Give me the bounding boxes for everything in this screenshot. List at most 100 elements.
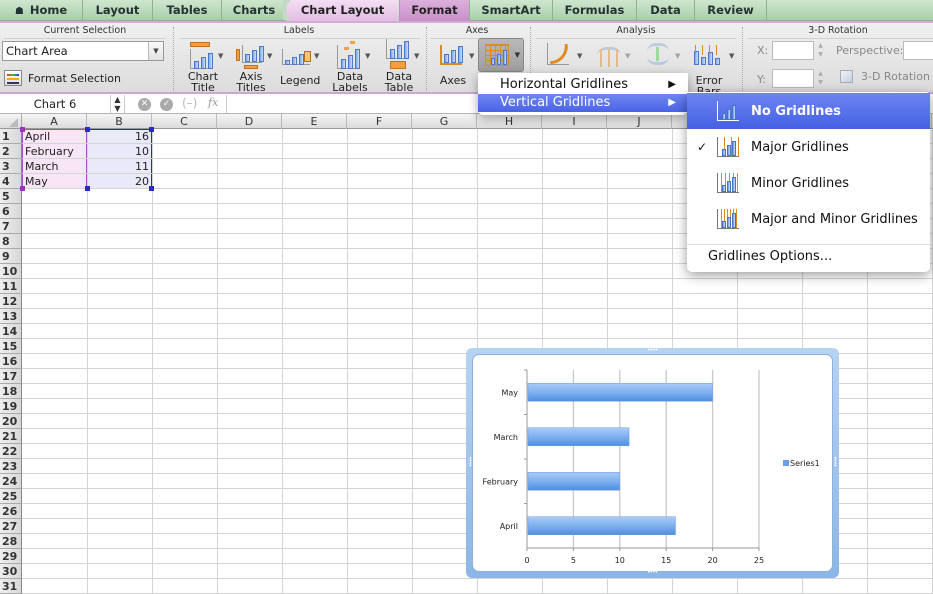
row-header[interactable]: 17 [0, 369, 22, 384]
menu-item-vertical-gridlines[interactable]: Vertical Gridlines ▶ [478, 94, 688, 112]
current-selection-dropdown[interactable]: Chart Area ▼ [2, 41, 164, 61]
row-header[interactable]: 30 [0, 564, 22, 579]
row-header[interactable]: 16 [0, 354, 22, 369]
column-header[interactable]: A [22, 114, 87, 129]
row-header[interactable]: 2 [0, 144, 22, 159]
menu-item-major-minor-gridlines[interactable]: Major and Minor Gridlines [687, 201, 930, 237]
up-down-bars-button[interactable]: ▼ [638, 39, 680, 71]
row-header[interactable]: 27 [0, 519, 22, 534]
cell-category[interactable]: March [23, 159, 86, 174]
column-header[interactable]: C [152, 114, 217, 129]
row-header[interactable]: 4 [0, 174, 22, 189]
tab-formulas[interactable]: Formulas [553, 0, 637, 21]
cell-category[interactable]: May [23, 174, 86, 189]
perspective-field[interactable] [903, 41, 933, 60]
tab-home[interactable]: ☗ Home [0, 0, 83, 21]
row-header[interactable]: 29 [0, 549, 22, 564]
row-header[interactable]: 12 [0, 294, 22, 309]
tab-charts[interactable]: Charts [222, 0, 286, 21]
data-labels-button[interactable]: ▼ Data Labels [330, 39, 370, 93]
error-bars-button[interactable]: ▼ Error Bars [684, 39, 734, 97]
row-header[interactable]: 13 [0, 309, 22, 324]
trendline-button[interactable]: ▼ [540, 39, 582, 71]
row-header[interactable]: 26 [0, 504, 22, 519]
row-header[interactable]: 5 [0, 189, 22, 204]
row-header[interactable]: 8 [0, 234, 22, 249]
tab-tables[interactable]: Tables [153, 0, 222, 21]
row-header[interactable]: 18 [0, 384, 22, 399]
row-header[interactable]: 23 [0, 459, 22, 474]
row-header[interactable]: 3 [0, 159, 22, 174]
column-header[interactable]: F [347, 114, 412, 129]
gridlines-button[interactable]: ▼ [478, 38, 524, 72]
menu-item-major-gridlines[interactable]: ✓ Major Gridlines [687, 129, 930, 165]
menu-item-gridlines-options[interactable]: Gridlines Options... [708, 249, 832, 264]
row-header[interactable]: 6 [0, 204, 22, 219]
tab-format[interactable]: Format [400, 0, 470, 21]
tab-smartart[interactable]: SmartArt [470, 0, 553, 21]
data-table-button[interactable]: ▼ Data Table [379, 39, 419, 93]
resize-handle-top[interactable]: •••• [647, 347, 658, 354]
legend-button[interactable]: ▼ Legend [280, 39, 320, 86]
row-header[interactable]: 20 [0, 414, 22, 429]
row-header[interactable]: 7 [0, 219, 22, 234]
cell-category[interactable]: April [23, 129, 86, 144]
selection-handle[interactable] [85, 127, 90, 132]
column-header[interactable]: B [87, 114, 152, 129]
format-selection-button[interactable]: Format Selection [4, 69, 121, 87]
y-rotation-field[interactable] [772, 69, 814, 88]
y-rotation-stepper[interactable]: ▲ ▼ [816, 69, 825, 88]
axes-button[interactable]: ▼ Axes [433, 39, 474, 86]
selection-handle[interactable] [20, 186, 25, 191]
selection-handle[interactable] [149, 186, 154, 191]
resize-handle-bottom[interactable]: •••• [647, 569, 658, 576]
row-header[interactable]: 9 [0, 249, 22, 264]
column-header[interactable]: E [282, 114, 347, 129]
menu-item-minor-gridlines[interactable]: Minor Gridlines [687, 165, 930, 201]
cell-value[interactable]: 10 [88, 144, 151, 159]
insert-function-icon[interactable]: (–) [182, 96, 197, 110]
row-header[interactable]: 10 [0, 264, 22, 279]
x-rotation-stepper[interactable]: ▲ ▼ [816, 41, 825, 60]
axis-titles-button[interactable]: ▼ Axis Titles [231, 39, 272, 93]
row-header[interactable]: 11 [0, 279, 22, 294]
name-box-stepper[interactable]: ▲ ▼ [110, 95, 125, 113]
tab-chart-layout[interactable]: Chart Layout [286, 0, 400, 21]
tab-review[interactable]: Review [695, 0, 767, 21]
confirm-icon[interactable]: ✓ [160, 98, 173, 111]
menu-item-no-gridlines[interactable]: No Gridlines [687, 93, 930, 129]
row-header[interactable]: 19 [0, 399, 22, 414]
menu-item-horizontal-gridlines[interactable]: Horizontal Gridlines ▶ [478, 76, 688, 94]
selection-handle[interactable] [85, 186, 90, 191]
selection-handle[interactable] [20, 127, 25, 132]
resize-handle-left[interactable]: •••• [466, 456, 473, 466]
chart-title-button[interactable]: ▼ Chart Title [183, 39, 223, 93]
chart-object[interactable]: 0 5 10 15 20 25 April February March May Series1 •… [466, 347, 839, 578]
column-header[interactable]: I [542, 114, 607, 129]
3d-rotation-button[interactable]: 3-D Rotation [840, 70, 930, 83]
selection-handle[interactable] [149, 127, 154, 132]
cell-value[interactable]: 16 [88, 129, 151, 144]
row-header[interactable]: 28 [0, 534, 22, 549]
name-box[interactable]: Chart 6 [0, 95, 110, 113]
cell-value[interactable]: 11 [88, 159, 151, 174]
row-header[interactable]: 22 [0, 444, 22, 459]
column-header[interactable]: D [217, 114, 282, 129]
row-header[interactable]: 31 [0, 579, 22, 594]
x-rotation-field[interactable] [772, 41, 814, 60]
tab-layout[interactable]: Layout [83, 0, 153, 21]
cancel-icon[interactable]: ✕ [138, 98, 151, 111]
row-header[interactable]: 1 [0, 129, 22, 144]
lines-button[interactable]: ▼ [588, 39, 630, 71]
select-all-corner[interactable] [0, 114, 22, 129]
tab-data[interactable]: Data [637, 0, 695, 21]
row-header[interactable]: 24 [0, 474, 22, 489]
cell-value[interactable]: 20 [88, 174, 151, 189]
row-header[interactable]: 25 [0, 489, 22, 504]
column-header[interactable]: H [477, 114, 542, 129]
row-header[interactable]: 14 [0, 324, 22, 339]
cell-category[interactable]: February [23, 144, 86, 159]
column-header[interactable]: J [607, 114, 672, 129]
column-header[interactable]: G [412, 114, 477, 129]
row-header[interactable]: 21 [0, 429, 22, 444]
